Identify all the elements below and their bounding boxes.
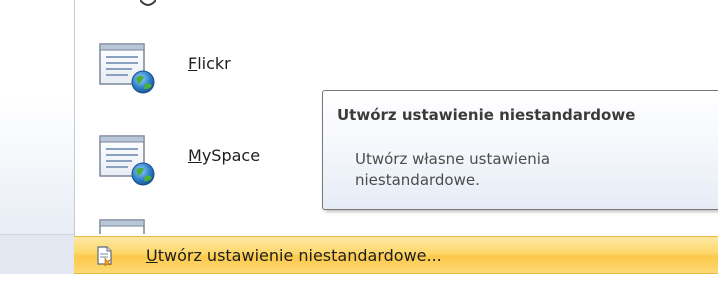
custom-page-icon [97,246,112,266]
scroll-edge-icon [140,0,156,6]
stage: Flickr MySpace Utwórz ustawienie niestan… [0,0,718,284]
menu-bottom-strip [0,274,718,284]
tooltip: Utwórz ustawienie niestandardowe Utwórz … [322,90,718,210]
background-window-strip [0,234,74,275]
web-page-globe-icon [99,43,155,94]
create-custom-setting-button[interactable]: Utwórz ustawienie niestandardowe... [74,236,718,274]
tooltip-body: Utwórz własne ustawienia niestandardowe. [355,150,551,189]
gallery-item-flickr[interactable]: Flickr [92,36,322,100]
web-page-icon [99,219,145,234]
gallery-item-partial[interactable] [92,218,322,234]
gallery-item-myspace[interactable]: MySpace [92,128,322,192]
gallery-item-label: MySpace [188,146,261,165]
gallery-item-label: Flickr [188,54,231,73]
create-custom-setting-label: Utwórz ustawienie niestandardowe... [146,246,442,265]
tooltip-title: Utwórz ustawienie niestandardowe [337,106,636,124]
web-page-globe-icon [99,135,155,186]
